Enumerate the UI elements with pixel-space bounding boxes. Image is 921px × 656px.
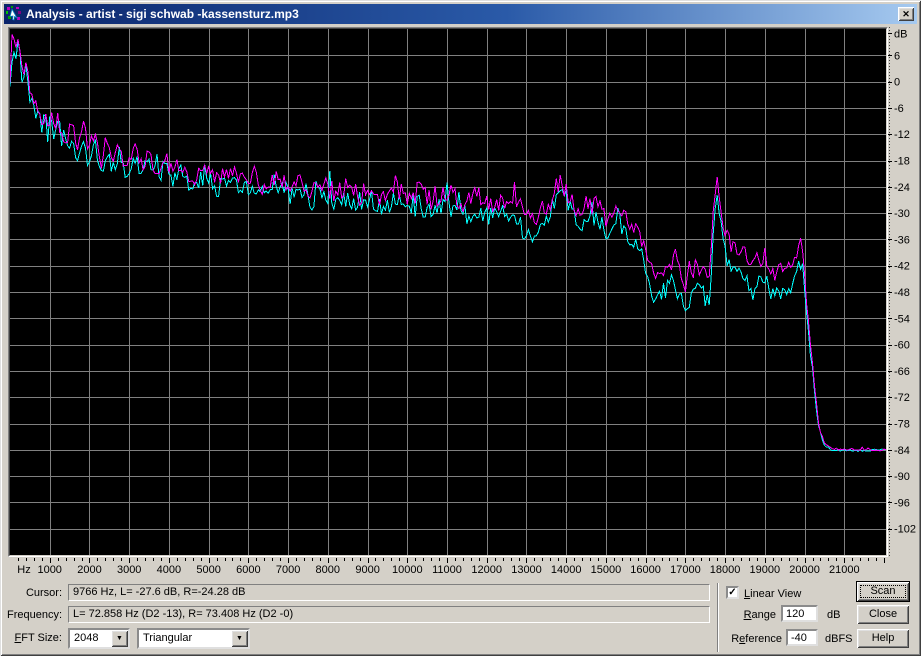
svg-text:20000: 20000: [789, 564, 820, 576]
svg-text:-12: -12: [894, 129, 910, 141]
svg-text:4000: 4000: [157, 564, 181, 576]
analysis-window: Analysis - artist - sigi schwab -kassens…: [0, 0, 921, 656]
svg-text:8000: 8000: [316, 564, 340, 576]
fft-window-select[interactable]: Triangular ▼: [137, 628, 250, 649]
focus-rect: [860, 585, 906, 598]
linear-view-label: Linear View: [744, 588, 802, 600]
svg-text:-24: -24: [894, 182, 910, 194]
svg-text:-54: -54: [894, 313, 910, 325]
fft-size-dropdown-button[interactable]: ▼: [111, 630, 128, 647]
close-button[interactable]: Close: [857, 605, 909, 624]
close-icon: ✕: [902, 8, 910, 19]
x-axis: Hz 1000 2000 3000 4000 5000 6000 7000 8000 9000 10…: [17, 558, 885, 576]
title-bar[interactable]: Analysis - artist - sigi schwab -kassens…: [4, 4, 917, 24]
fft-size-label: FFT Size:: [14, 632, 63, 644]
svg-text:-48: -48: [894, 287, 910, 299]
chevron-down-icon: ▼: [236, 635, 243, 642]
svg-text:-18: -18: [894, 156, 910, 168]
fft-size-select[interactable]: 2048 ▼: [68, 628, 130, 649]
svg-text:6000: 6000: [236, 564, 260, 576]
range-label: Range: [743, 609, 776, 621]
svg-text:17000: 17000: [670, 564, 701, 576]
range-input[interactable]: [781, 605, 818, 622]
svg-text:10000: 10000: [392, 564, 423, 576]
svg-text:-72: -72: [894, 392, 910, 404]
spectrum-plot[interactable]: [9, 28, 887, 556]
app-icon: [6, 6, 21, 21]
svg-text:6: 6: [894, 50, 900, 62]
svg-text:21000: 21000: [829, 564, 860, 576]
svg-text:16000: 16000: [630, 564, 661, 576]
spectrum-plot-frame: [8, 27, 888, 557]
svg-text:-66: -66: [894, 366, 910, 378]
svg-text:9000: 9000: [355, 564, 379, 576]
reference-unit-label: dBFS: [825, 633, 853, 645]
svg-text:5000: 5000: [196, 564, 220, 576]
svg-text:-90: -90: [894, 471, 910, 483]
scan-button[interactable]: Scan: [856, 581, 910, 602]
svg-text:11000: 11000: [432, 564, 462, 576]
svg-text:-42: -42: [894, 261, 910, 273]
check-icon: ✓: [728, 587, 737, 598]
window-title: Analysis - artist - sigi schwab -kassens…: [26, 7, 299, 21]
svg-text:-78: -78: [894, 419, 910, 431]
help-button[interactable]: Help: [857, 629, 909, 648]
reference-label: Reference: [731, 633, 782, 645]
fft-size-value: 2048: [74, 632, 99, 644]
svg-text:dB: dB: [894, 28, 907, 40]
svg-text:1000: 1000: [37, 564, 61, 576]
svg-text:18000: 18000: [710, 564, 741, 576]
fft-window-value: Triangular: [143, 632, 193, 644]
svg-text:3000: 3000: [117, 564, 141, 576]
svg-text:-84: -84: [894, 445, 910, 457]
separator: [717, 583, 719, 652]
svg-text:-60: -60: [894, 340, 910, 352]
svg-text:14000: 14000: [551, 564, 582, 576]
reference-input[interactable]: [786, 629, 818, 646]
range-unit-label: dB: [827, 609, 841, 621]
svg-text:Hz: Hz: [17, 564, 30, 576]
svg-text:-96: -96: [894, 497, 910, 509]
svg-text:12000: 12000: [471, 564, 502, 576]
svg-text:-36: -36: [894, 234, 910, 246]
close-window-button[interactable]: ✕: [898, 7, 914, 21]
svg-text:7000: 7000: [276, 564, 300, 576]
svg-text:-6: -6: [894, 103, 904, 115]
svg-text:0: 0: [894, 77, 900, 89]
frequency-readout: L= 72.858 Hz (D2 -13), R= 73.408 Hz (D2 …: [68, 606, 710, 623]
frequency-label: Frequency:: [6, 609, 62, 621]
svg-text:13000: 13000: [511, 564, 542, 576]
svg-text:-30: -30: [894, 208, 910, 220]
linear-view-checkbox[interactable]: ✓: [726, 586, 739, 599]
chevron-down-icon: ▼: [116, 635, 123, 642]
spectrum-chart[interactable]: [9, 29, 887, 555]
svg-text:19000: 19000: [750, 564, 781, 576]
svg-text:15000: 15000: [591, 564, 622, 576]
fft-window-dropdown-button[interactable]: ▼: [231, 630, 248, 647]
cursor-readout: 9766 Hz, L= -27.6 dB, R=-24.28 dB: [68, 584, 710, 601]
y-axis: dB 6 0 -6 -12 -18 -24 -30 -36 -42 -48 -54 -60 -66 -72 -…: [888, 27, 916, 557]
cursor-label: Cursor:: [25, 587, 62, 599]
svg-text:2000: 2000: [77, 564, 101, 576]
svg-text:-102: -102: [894, 524, 916, 536]
